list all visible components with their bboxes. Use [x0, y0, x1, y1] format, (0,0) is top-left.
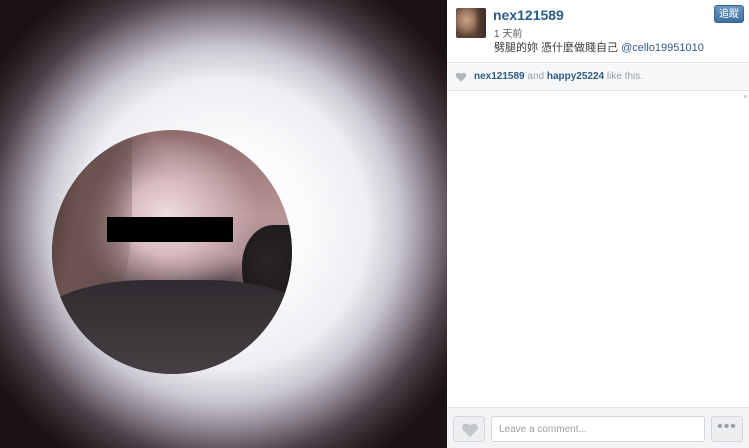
post-caption: 劈腿的妳 憑什麼做賤自己 @cello19951010 [494, 39, 704, 55]
likes-joiner: and [527, 71, 545, 82]
post-photo [0, 0, 447, 448]
comment-bar: ••• [447, 407, 749, 448]
photo-subject [52, 130, 292, 374]
like-button[interactable] [453, 416, 485, 442]
comments-area[interactable] [447, 91, 749, 407]
heart-icon [462, 423, 478, 437]
post-timestamp: 1 天前 [494, 29, 523, 40]
username-link[interactable]: nex121589 [493, 7, 564, 23]
likes-suffix: like this. [606, 71, 644, 82]
heart-icon [455, 72, 467, 82]
more-options-button[interactable]: ••• [711, 416, 743, 442]
avatar[interactable] [456, 8, 486, 38]
caption-text: 劈腿的妳 憑什麼做賤自己 [494, 42, 619, 54]
caption-mention-link[interactable]: @cello19951010 [621, 42, 704, 54]
likes-text: nex121589 and happy25224 like this. [474, 71, 643, 82]
censor-bar [107, 217, 233, 242]
comment-input[interactable] [491, 416, 705, 442]
post-side-panel: nex121589 1 天前 劈腿的妳 憑什麼做賤自己 @cello199510… [447, 0, 749, 448]
scrollbar[interactable] [744, 95, 747, 98]
liker-link[interactable]: happy25224 [547, 71, 604, 82]
liker-link[interactable]: nex121589 [474, 71, 525, 82]
likes-row: nex121589 and happy25224 like this. [447, 63, 749, 90]
follow-button[interactable]: 追蹤 [714, 5, 744, 23]
